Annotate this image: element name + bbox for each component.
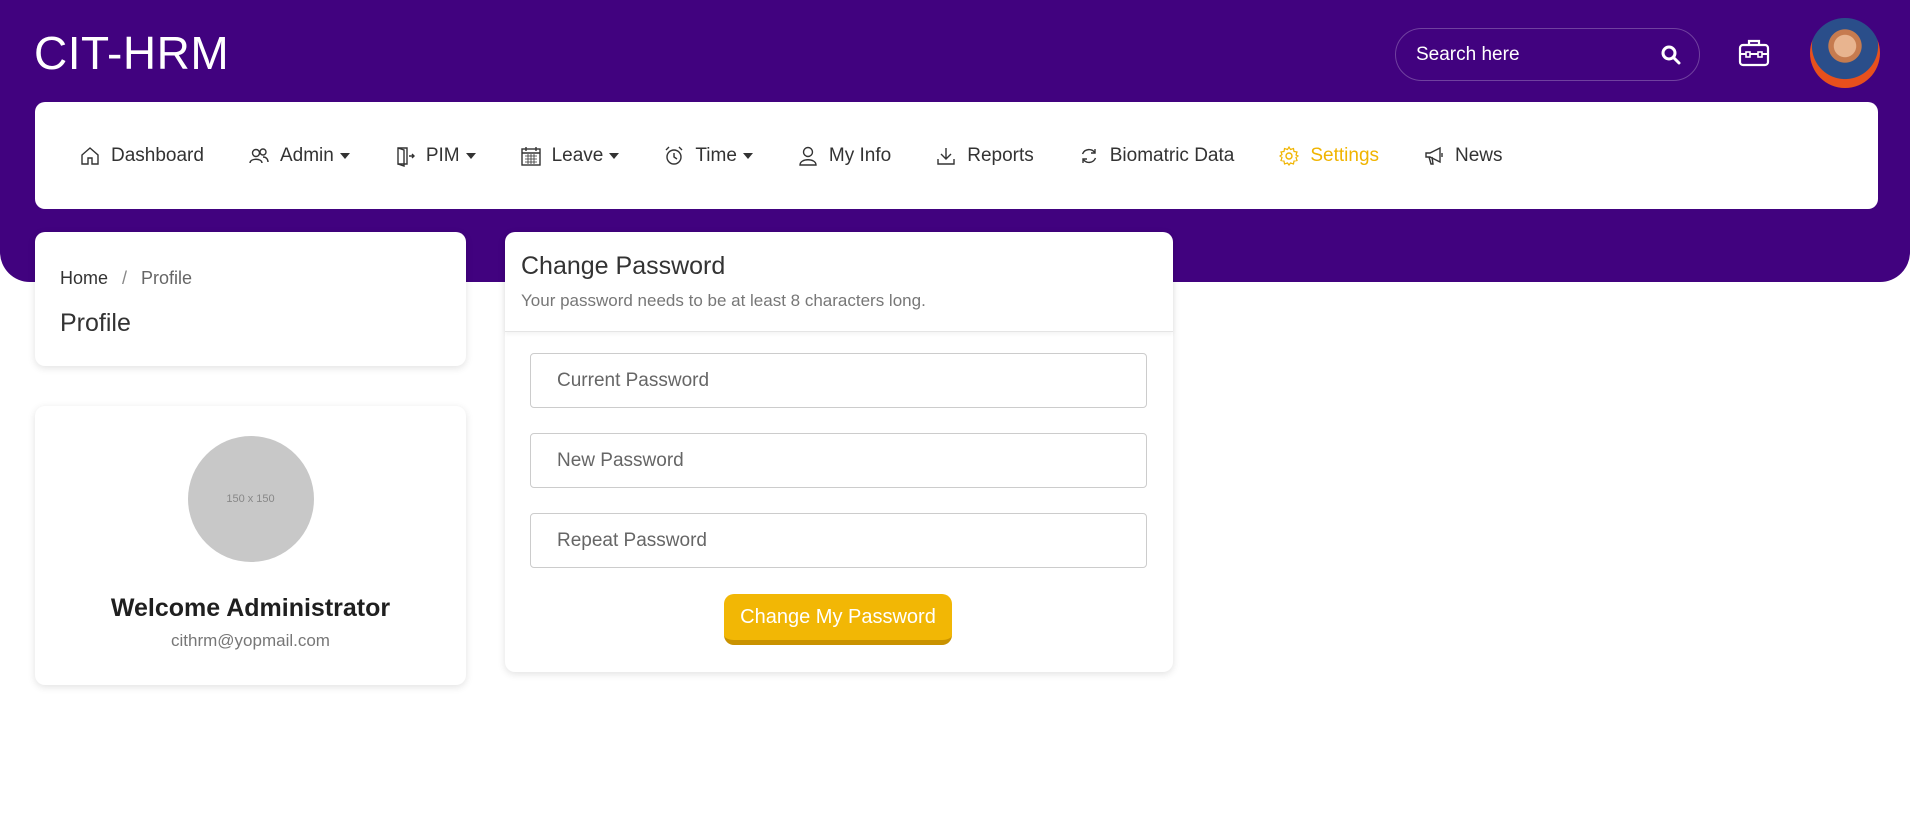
nav-item-biomatric-data[interactable]: Biomatric Data [1078,144,1235,167]
nav-item-settings[interactable]: Settings [1278,145,1379,167]
main-navbar: Dashboard Admin PIM Leave Time My Info R… [35,102,1878,209]
change-password-subtitle: Your password needs to be at least 8 cha… [521,291,926,310]
profile-image: 150 x 150 [187,436,314,562]
app-brand[interactable]: CIT-HRM [34,26,229,80]
nav-item-time[interactable]: Time [663,145,753,167]
breadcrumb-card: Home / Profile Profile [35,232,466,366]
briefcase-icon[interactable] [1737,36,1771,70]
repeat-password-field[interactable] [530,513,1147,568]
breadcrumb-current: Profile [141,268,193,288]
home-icon [79,145,101,167]
nav-item-pim[interactable]: PIM [394,145,476,167]
person-icon [797,145,819,167]
nav-label: My Info [828,144,892,166]
calendar-icon [520,145,542,167]
profile-card: 150 x 150 Welcome Administrator cithrm@y… [35,406,466,685]
nav-item-leave[interactable]: Leave [520,145,620,167]
nav-label: Biomatric Data [1109,144,1235,166]
refresh-icon [1078,145,1100,167]
nav-item-my-info[interactable]: My Info [797,145,891,167]
nav-item-news[interactable]: News [1423,145,1503,167]
user-avatar[interactable] [1810,18,1880,88]
change-password-header: Change Password Your password needs to b… [505,232,1173,332]
users-icon [248,145,270,167]
nav-label: Time [695,144,737,166]
chevron-down-icon [339,152,350,159]
profile-image-placeholder: 150 x 150 [226,493,275,505]
nav-label: Settings [1310,144,1380,166]
chevron-down-icon [609,152,620,159]
new-password-field[interactable] [530,433,1147,488]
gear-icon [1278,145,1300,167]
nav-label: Admin [279,144,334,166]
search-icon[interactable] [1661,44,1681,66]
alarm-clock-icon [663,145,685,167]
nav-item-admin[interactable]: Admin [248,145,350,167]
welcome-heading: Welcome Administrator [110,594,391,622]
nav-item-reports[interactable]: Reports [935,145,1034,167]
nav-label: News [1455,144,1503,166]
user-email: cithrm@yopmail.com [171,631,330,650]
chevron-down-icon [465,152,476,159]
change-password-title: Change Password [521,252,726,280]
nav-item-dashboard[interactable]: Dashboard [79,145,204,167]
breadcrumb-home-link[interactable]: Home [60,268,108,289]
chevron-down-icon [742,152,753,159]
breadcrumb: Home / Profile [60,268,441,289]
current-password-field[interactable] [530,353,1147,408]
nav-label: Dashboard [111,144,204,166]
nav-label: Reports [967,144,1034,166]
nav-label: PIM [425,144,460,166]
door-icon [394,145,416,167]
megaphone-icon [1423,145,1445,167]
breadcrumb-separator: / [122,268,128,288]
change-password-button[interactable]: Change My Password [724,594,952,645]
search-box [1395,28,1700,81]
download-icon [935,145,957,167]
page-title: Profile [60,309,131,337]
search-input[interactable] [1416,43,1661,66]
nav-label: Leave [551,144,604,166]
change-password-card: Change Password Your password needs to b… [505,232,1173,672]
